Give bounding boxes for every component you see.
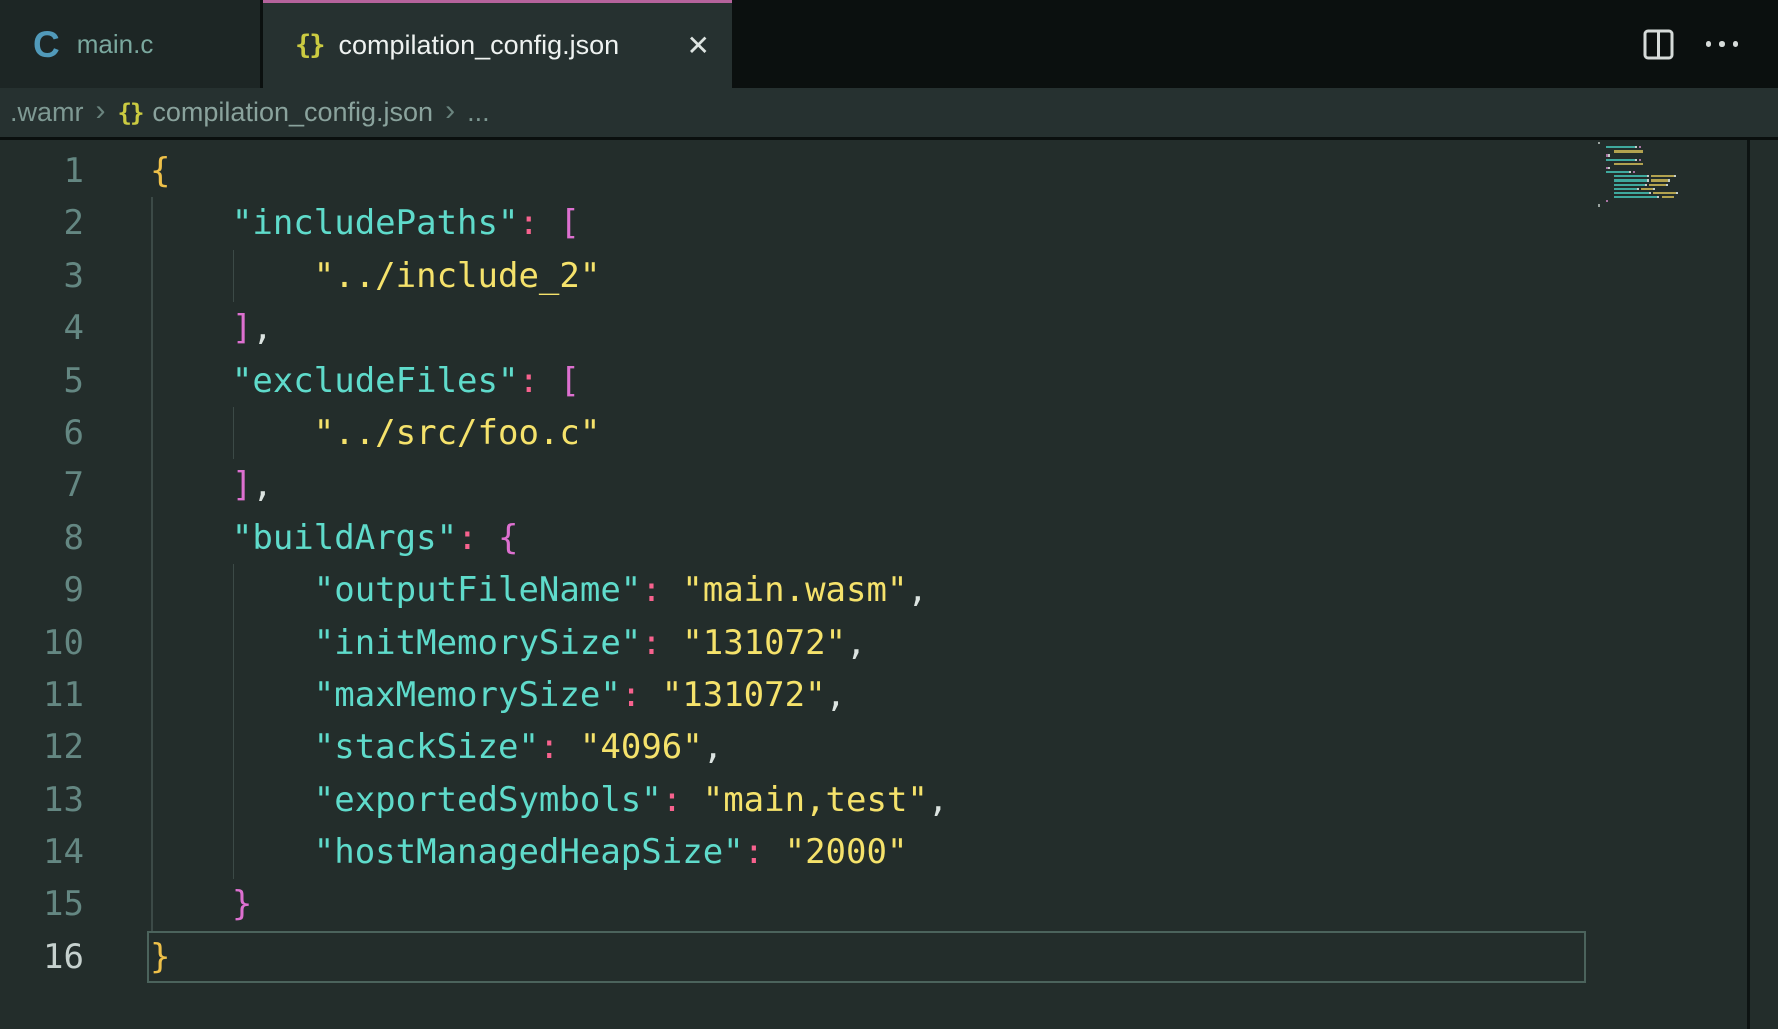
minimap[interactable] xyxy=(1586,140,1747,1029)
line-number: 10 xyxy=(0,617,84,669)
tab-bar-actions xyxy=(1643,0,1743,88)
code-line[interactable]: "includePaths": [ xyxy=(150,197,948,249)
minimap-mark xyxy=(1606,171,1629,173)
line-number: 16 xyxy=(0,931,84,983)
minimap-right-border xyxy=(1747,140,1750,1029)
minimap-mark xyxy=(1637,188,1639,190)
line-number: 15 xyxy=(0,878,84,930)
minimap-mark xyxy=(1674,175,1676,177)
minimap-mark xyxy=(1668,179,1670,181)
minimap-mark xyxy=(1649,184,1665,186)
minimap-mark xyxy=(1649,192,1651,194)
minimap-mark xyxy=(1614,188,1637,190)
line-number: 7 xyxy=(0,459,84,511)
code-line[interactable]: "stackSize": "4096", xyxy=(150,721,948,773)
code-line[interactable]: "initMemorySize": "131072", xyxy=(150,617,948,669)
minimap-mark xyxy=(1614,196,1657,198)
close-tab-icon[interactable]: ✕ xyxy=(687,32,710,60)
minimap-mark xyxy=(1639,146,1641,148)
breadcrumb-item-file[interactable]: compilation_config.json xyxy=(152,97,433,128)
minimap-mark xyxy=(1614,184,1645,186)
line-number: 9 xyxy=(0,564,84,616)
code-line[interactable]: { xyxy=(150,145,948,197)
minimap-mark xyxy=(1614,163,1643,165)
line-number: 2 xyxy=(0,197,84,249)
minimap-mark xyxy=(1657,196,1659,198)
line-number: 6 xyxy=(0,407,84,459)
minimap-mark xyxy=(1606,200,1608,202)
breadcrumb-item-symbol-ellipsis[interactable]: ... xyxy=(467,97,490,128)
minimap-mark xyxy=(1641,188,1653,190)
code-line[interactable]: "../src/foo.c" xyxy=(150,407,948,459)
minimap-mark xyxy=(1633,171,1635,173)
minimap-mark xyxy=(1651,179,1667,181)
code-line[interactable]: "buildArgs": { xyxy=(150,512,948,564)
code-line[interactable]: "excludeFiles": [ xyxy=(150,355,948,407)
chevron-right-icon: › xyxy=(445,94,455,128)
more-actions-icon[interactable] xyxy=(1702,37,1743,51)
breadcrumb: .wamr › {} compilation_config.json › ... xyxy=(0,88,1778,140)
minimap-mark xyxy=(1598,204,1600,206)
split-editor-icon[interactable] xyxy=(1643,29,1674,60)
code-line[interactable]: "hostManagedHeapSize": "2000" xyxy=(150,826,948,878)
minimap-mark xyxy=(1651,175,1674,177)
code-line[interactable]: ], xyxy=(150,459,948,511)
json-braces-icon: {} xyxy=(118,101,143,125)
minimap-mark xyxy=(1662,196,1674,198)
minimap-mark xyxy=(1614,179,1647,181)
code-line[interactable]: } xyxy=(150,931,948,983)
minimap-mark xyxy=(1635,159,1637,161)
code-line[interactable]: "outputFileName": "main.wasm", xyxy=(150,564,948,616)
minimap-mark xyxy=(1598,142,1600,144)
minimap-mark xyxy=(1653,192,1676,194)
json-braces-icon: {} xyxy=(295,32,324,59)
minimap-mark xyxy=(1629,171,1631,173)
minimap-mark xyxy=(1666,184,1668,186)
code-line[interactable]: } xyxy=(150,878,948,930)
minimap-mark xyxy=(1614,150,1643,152)
minimap-mark xyxy=(1606,159,1635,161)
line-number: 14 xyxy=(0,826,84,878)
code-line[interactable]: "exportedSymbols": "main,test", xyxy=(150,774,948,826)
vscode-window: C main.c {} compilation_config.json ✕ .w… xyxy=(0,0,1778,1029)
code-editor[interactable]: 12345678910111213141516 { "includePaths"… xyxy=(0,140,1778,1029)
minimap-mark xyxy=(1635,146,1637,148)
line-number: 3 xyxy=(0,250,84,302)
chevron-right-icon: › xyxy=(96,94,106,128)
c-language-icon: C xyxy=(33,26,60,63)
minimap-mark xyxy=(1647,179,1649,181)
code-line[interactable]: "maxMemorySize": "131072", xyxy=(150,669,948,721)
minimap-mark xyxy=(1647,175,1649,177)
line-number: 13 xyxy=(0,774,84,826)
minimap-mark xyxy=(1608,167,1610,169)
line-number: 4 xyxy=(0,302,84,354)
line-number: 8 xyxy=(0,512,84,564)
breadcrumb-item-wamr[interactable]: .wamr xyxy=(10,97,84,128)
tab-compilation-config-json[interactable]: {} compilation_config.json ✕ xyxy=(263,0,732,88)
tab-label-compilation-config-json: compilation_config.json xyxy=(339,30,620,61)
code-content[interactable]: { "includePaths": [ "../include_2" ], "e… xyxy=(150,145,948,983)
code-line[interactable]: "../include_2" xyxy=(150,250,948,302)
minimap-mark xyxy=(1653,188,1655,190)
minimap-mark xyxy=(1606,146,1635,148)
minimap-mark xyxy=(1614,175,1647,177)
editor-tab-bar: C main.c {} compilation_config.json ✕ xyxy=(0,0,1778,88)
code-line[interactable]: ], xyxy=(150,302,948,354)
tab-label-main-c: main.c xyxy=(77,29,154,60)
line-number: 12 xyxy=(0,721,84,773)
minimap-mark xyxy=(1614,192,1649,194)
line-number-gutter[interactable]: 12345678910111213141516 xyxy=(0,145,84,983)
minimap-mark xyxy=(1645,184,1647,186)
line-number: 11 xyxy=(0,669,84,721)
tab-main-c[interactable]: C main.c xyxy=(0,0,260,88)
minimap-mark xyxy=(1676,192,1678,194)
minimap-mark xyxy=(1608,154,1610,156)
minimap-mark xyxy=(1639,159,1641,161)
line-number: 5 xyxy=(0,355,84,407)
line-number: 1 xyxy=(0,145,84,197)
